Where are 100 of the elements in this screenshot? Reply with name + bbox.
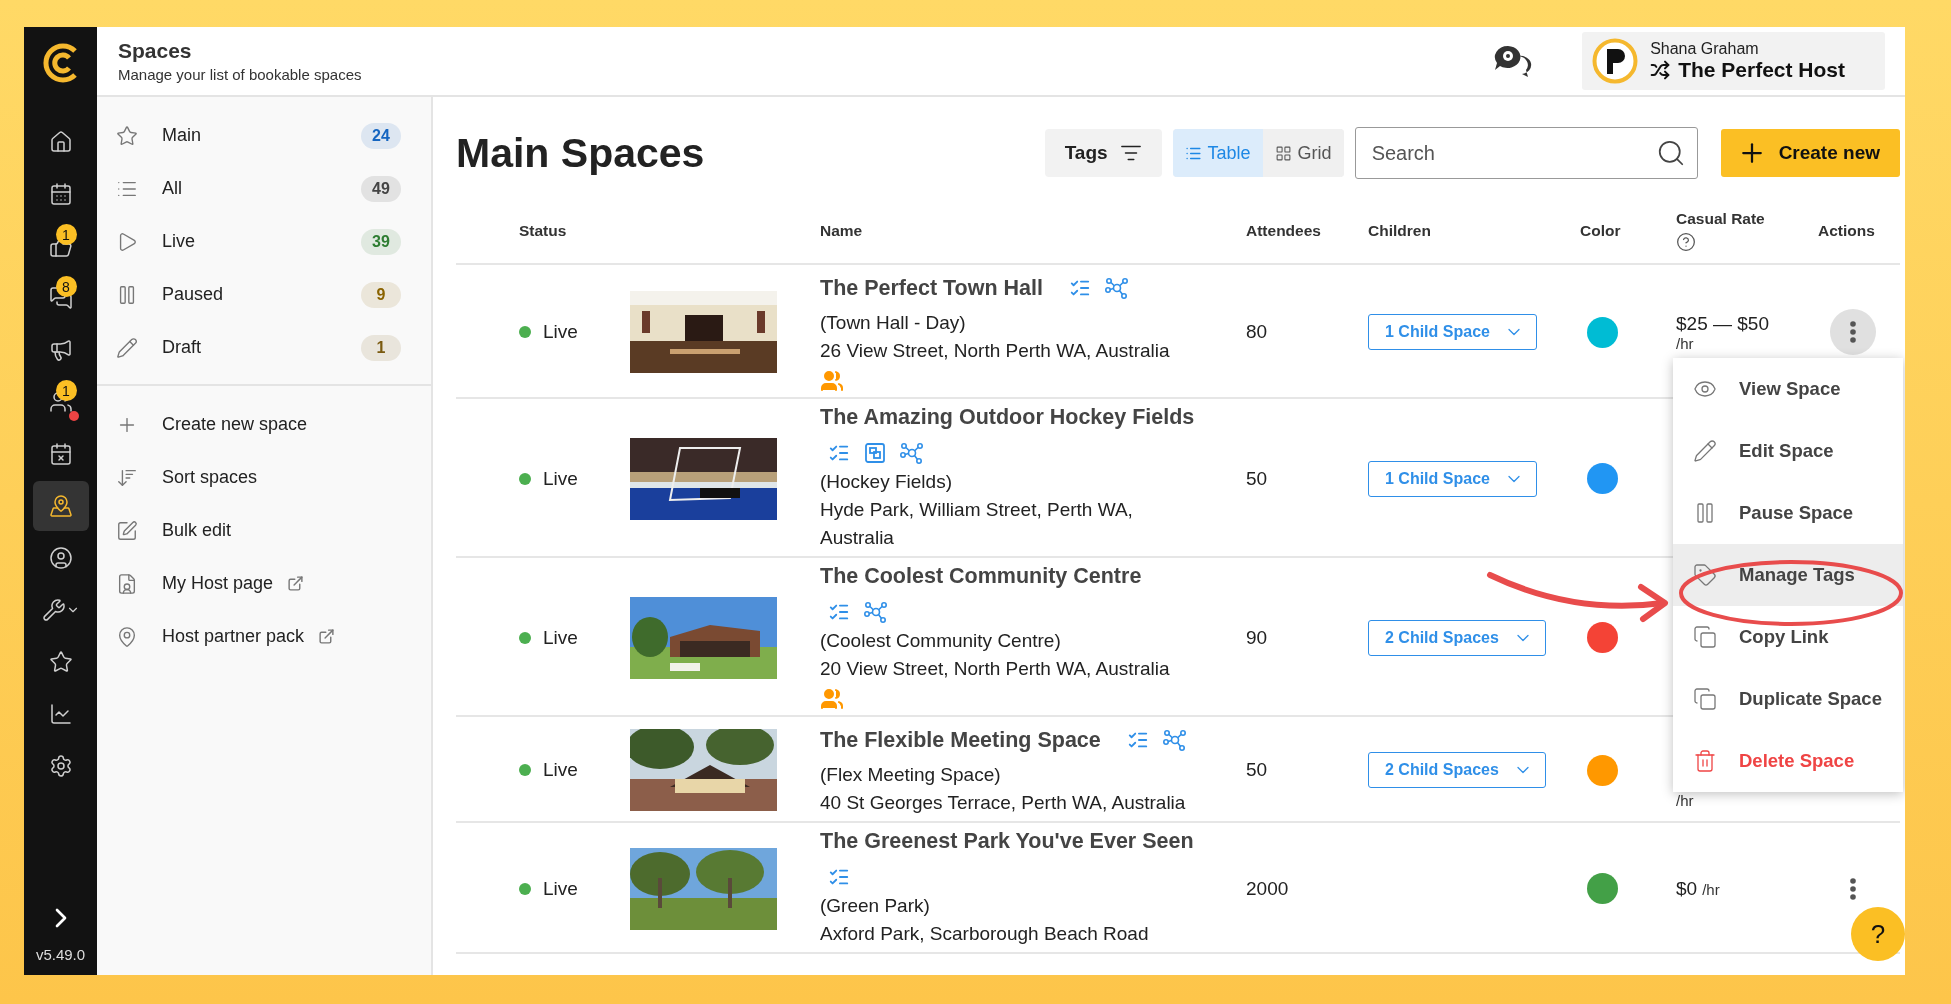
- tags-filter-button[interactable]: Tags: [1044, 129, 1162, 177]
- attendees-cell-text: 50: [1246, 759, 1269, 781]
- sidebar-item[interactable]: Main 24: [97, 109, 431, 162]
- count-badge: 39: [361, 228, 401, 255]
- menu-item[interactable]: Delete Space: [1673, 730, 1903, 792]
- space-address: 40 St Georges Terrace, Perth WA, Australia: [820, 791, 1187, 815]
- nav-item[interactable]: 1: [32, 377, 89, 427]
- column-header: Children: [1368, 222, 1432, 240]
- kebab-icon: [1850, 877, 1856, 900]
- status-label: Live: [543, 626, 578, 649]
- account-switcher[interactable]: Shana Graham The Perfect Host: [1582, 32, 1885, 90]
- sidebar-link[interactable]: Sort spaces: [97, 451, 431, 504]
- help-button[interactable]: ?: [1851, 907, 1905, 961]
- network-icon: [1105, 277, 1129, 299]
- grid-icon: [1274, 144, 1292, 162]
- column-header: Attendees: [1246, 222, 1322, 240]
- star-icon: [116, 124, 138, 147]
- sidebar-item[interactable]: Draft 1: [97, 321, 431, 374]
- notification-count: 1: [55, 224, 77, 245]
- user-name: Shana Graham: [1650, 40, 1760, 58]
- column-header: Name: [820, 222, 864, 240]
- help-icon[interactable]: [1676, 232, 1696, 252]
- floor-plan-icon: [864, 442, 886, 464]
- more-actions-button[interactable]: [1847, 875, 1859, 902]
- space-title[interactable]: The Amazing Outdoor Hockey Fields: [820, 405, 1195, 430]
- column-header: Status: [519, 222, 568, 240]
- duplicate-icon: [1693, 687, 1717, 711]
- star-icon: [48, 650, 73, 674]
- sidebar-link[interactable]: Create new space: [97, 398, 431, 451]
- rate-unit: /hr: [1676, 334, 1694, 352]
- nav-item[interactable]: 1: [32, 221, 89, 271]
- map-pin-icon: [116, 625, 138, 648]
- home-icon: [48, 130, 73, 154]
- calendar-icon: [48, 182, 73, 206]
- sidebar-label: Paused: [162, 284, 224, 305]
- user-circle-icon: [48, 546, 73, 570]
- space-title[interactable]: The Coolest Community Centre: [820, 564, 1142, 589]
- sidebar-label: Create new space: [162, 414, 308, 435]
- status-label: Live: [543, 321, 578, 343]
- space-title[interactable]: The Perfect Town Hall: [820, 275, 1043, 301]
- status-dot: [519, 882, 531, 895]
- calendar-x-icon: [48, 442, 73, 466]
- menu-item[interactable]: Manage Tags: [1673, 544, 1903, 606]
- space-alias: (Flex Meeting Space): [820, 763, 1002, 787]
- shuffle-icon: [1650, 60, 1671, 80]
- rate-value: $25 — $50: [1676, 312, 1769, 335]
- page-subtitle: Manage your list of bookable spaces: [118, 66, 362, 83]
- copy-icon: [1693, 625, 1717, 649]
- kebab-icon: [1850, 321, 1856, 343]
- status-dot: [519, 326, 531, 338]
- notification-count: 1: [55, 380, 77, 401]
- more-actions-button[interactable]: [1830, 309, 1876, 355]
- sidebar-label: Main: [162, 125, 201, 146]
- sidebar-item[interactable]: All 49: [97, 162, 431, 215]
- space-address: Axford Park, Scarborough Beach Road: [820, 922, 1150, 946]
- settings-icon: [48, 754, 73, 778]
- network-icon: [864, 601, 888, 623]
- menu-item[interactable]: View Space: [1673, 358, 1903, 420]
- search-field[interactable]: Search: [1354, 127, 1698, 179]
- menu-item[interactable]: Pause Space: [1673, 482, 1903, 544]
- line-chart-icon: [48, 702, 73, 726]
- sidebar-label: My Host page: [162, 573, 274, 594]
- status-dot: [519, 764, 531, 776]
- rate-unit: /hr: [1702, 880, 1720, 898]
- network-icon: [1162, 729, 1187, 751]
- rate-value: $0: [1676, 877, 1698, 900]
- count-badge: 9: [361, 281, 401, 308]
- profile-page-icon: [116, 572, 138, 595]
- sidebar-link[interactable]: Host partner pack: [97, 610, 431, 663]
- version-label: v5.49.0: [35, 946, 86, 963]
- column-header: Casual Rate: [1676, 210, 1766, 228]
- menu-item[interactable]: Duplicate Space: [1673, 668, 1903, 730]
- nav-item[interactable]: 8: [32, 273, 89, 323]
- map-icon: [48, 494, 73, 518]
- sidebar-link[interactable]: Bulk edit: [97, 504, 431, 557]
- wrench-icon: [41, 598, 66, 622]
- nav-item[interactable]: [32, 481, 89, 531]
- space-alias: (Coolest Community Centre): [820, 629, 1062, 653]
- notification-count: 8: [55, 276, 77, 297]
- space-title[interactable]: The Flexible Meeting Space: [820, 727, 1101, 753]
- space-title[interactable]: The Greenest Park You've Ever Seen: [820, 829, 1194, 854]
- avatar-logo: [1592, 38, 1639, 84]
- space-address: 26 View Street, North Perth WA, Australia: [820, 339, 1171, 363]
- sidebar-item[interactable]: Paused 9: [97, 268, 431, 321]
- sidebar-item[interactable]: Live 39: [97, 215, 431, 268]
- menu-item[interactable]: Edit Space: [1673, 420, 1903, 482]
- menu-item[interactable]: Copy Link: [1673, 606, 1903, 668]
- sidebar-link[interactable]: My Host page: [97, 557, 431, 610]
- attendees-cell-text: 50: [1246, 467, 1269, 490]
- space-address: 20 View Street, North Perth WA, Australia: [820, 657, 1171, 681]
- create-new-button[interactable]: Create new: [1720, 129, 1900, 177]
- sidebar-label: All: [162, 178, 182, 199]
- status-label: Live: [543, 759, 578, 781]
- edit-icon: [116, 519, 138, 542]
- status-dot: [519, 472, 531, 485]
- section-title: Main Spaces: [456, 129, 706, 177]
- chat-help-icon[interactable]: [1492, 44, 1533, 78]
- attendees-cell-text: 80: [1246, 321, 1269, 343]
- status-dot: [519, 631, 531, 644]
- rate-unit: /hr: [1676, 791, 1694, 809]
